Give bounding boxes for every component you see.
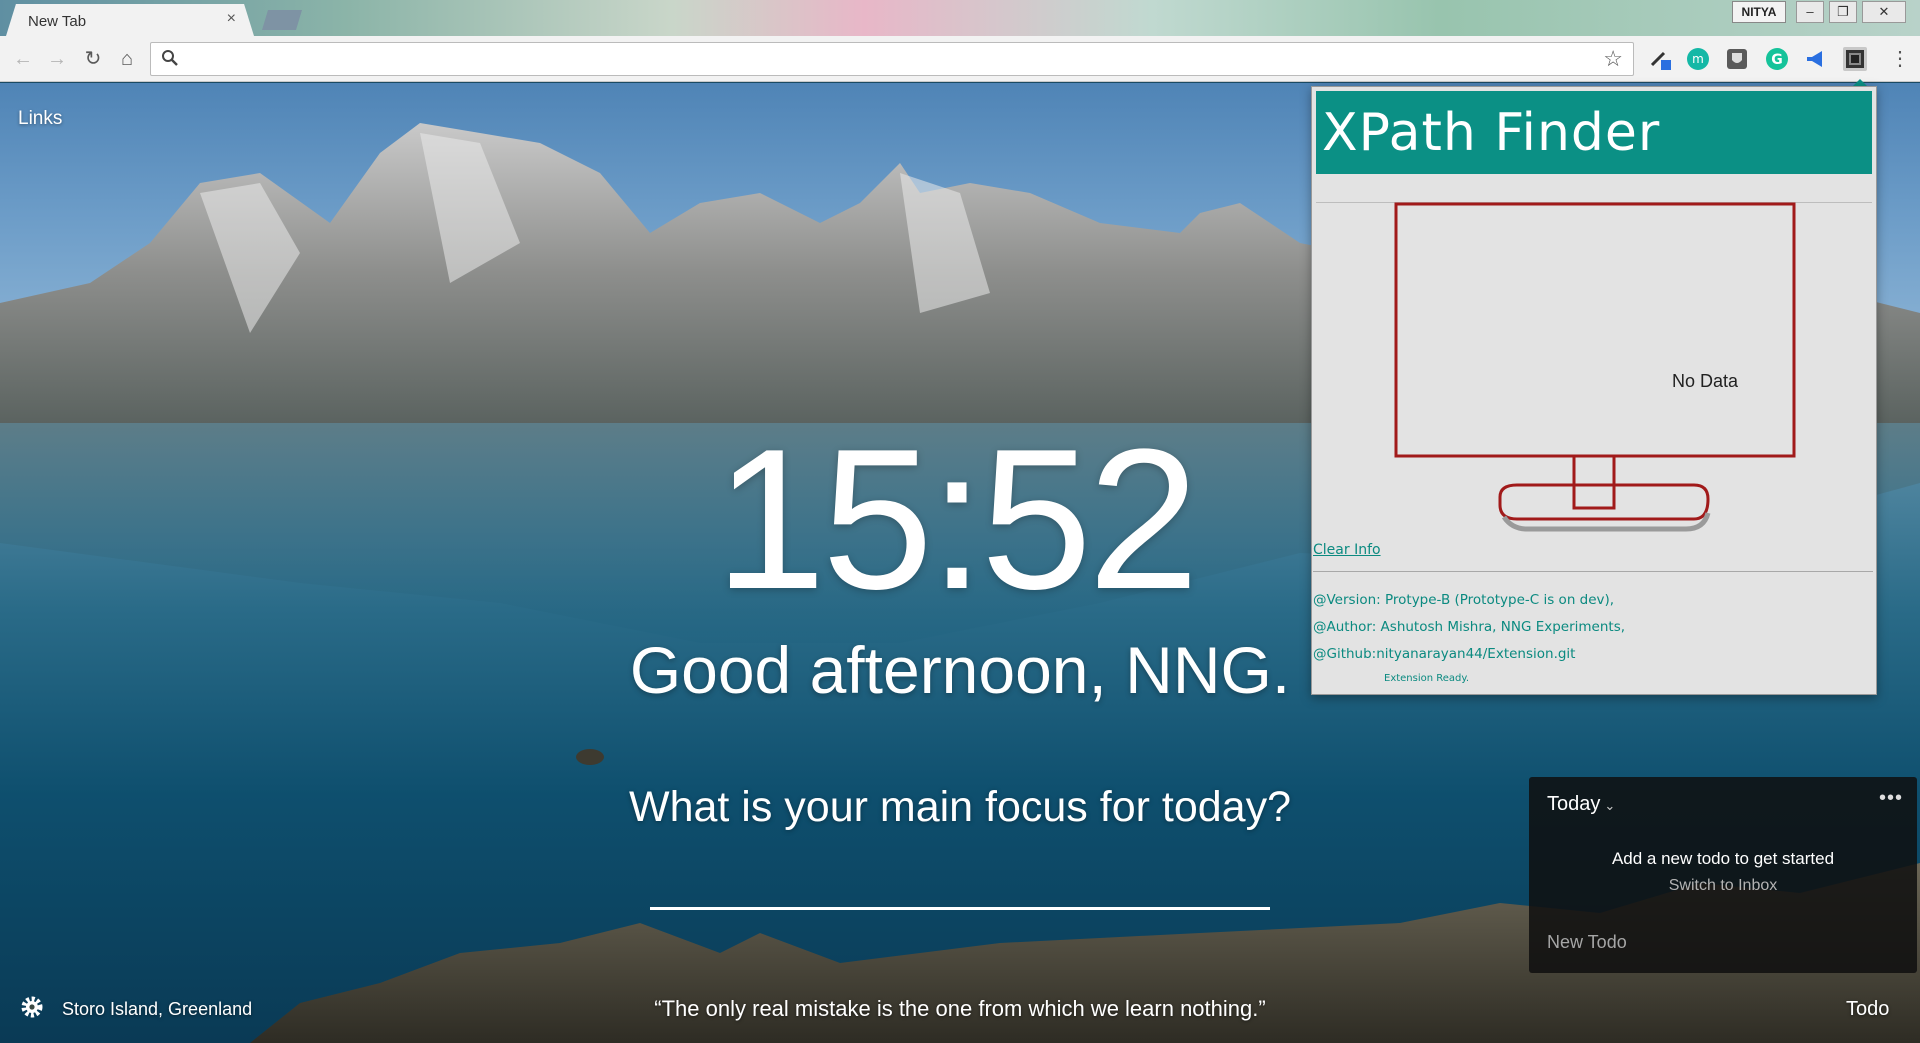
todo-list-selector[interactable]: Today ⌄	[1547, 793, 1615, 816]
daily-quote: “The only real mistake is the one from w…	[654, 996, 1266, 1021]
links-button[interactable]: Links	[18, 108, 62, 130]
extension-status: Extension Ready.	[1384, 673, 1470, 684]
divider	[1313, 571, 1873, 572]
megaphone-extension-icon[interactable]	[1804, 47, 1828, 71]
focus-input[interactable]	[650, 850, 1270, 910]
reload-icon[interactable]: ↻	[80, 46, 106, 72]
tab-new-tab[interactable]: New Tab ×	[6, 4, 254, 36]
author-info: @Author: Ashutosh Mishra, NNG Experiment…	[1313, 619, 1626, 635]
bookmark-star-icon[interactable]: ☆	[1603, 46, 1623, 72]
todo-button[interactable]: Todo	[1846, 998, 1889, 1021]
svg-text:G: G	[1771, 52, 1783, 68]
close-icon[interactable]: ✕	[1862, 1, 1906, 23]
tab-close-icon[interactable]: ×	[227, 10, 236, 28]
xpath-finder-popup: XPath Finder No Data Clear Info @Version…	[1311, 86, 1877, 695]
clock-time: 15:52	[714, 408, 1199, 631]
todo-panel: Today ⌄ ••• Add a new todo to get started…	[1529, 777, 1917, 973]
forward-icon[interactable]: →	[44, 46, 70, 72]
xpath-finder-extension-icon[interactable]	[1843, 47, 1867, 71]
todo-empty-message: Add a new todo to get started	[1611, 849, 1835, 868]
search-icon	[162, 50, 178, 66]
profile-button[interactable]: NITYA	[1732, 1, 1786, 23]
address-input[interactable]	[189, 47, 1569, 71]
shield-extension-icon[interactable]	[1725, 47, 1749, 71]
no-data-label: No Data	[1672, 371, 1739, 391]
clear-info-link[interactable]: Clear Info	[1313, 542, 1381, 558]
browser-toolbar: ← → ↻ ⌂ ☆ m G ⋮	[0, 36, 1920, 82]
svg-text:m: m	[1692, 52, 1704, 66]
chevron-down-icon: ⌄	[1604, 798, 1616, 813]
grammarly-extension-icon[interactable]: G	[1765, 47, 1789, 71]
m-extension-icon[interactable]: m	[1686, 47, 1710, 71]
back-icon[interactable]: ←	[10, 46, 36, 72]
omnibox[interactable]: ☆	[150, 42, 1634, 76]
color-picker-extension-icon[interactable]	[1648, 47, 1672, 71]
window-titlebar: New Tab × NITYA – ❐ ✕	[0, 0, 1920, 36]
more-options-icon[interactable]: •••	[1879, 787, 1903, 810]
new-todo-input[interactable]	[1547, 927, 1897, 957]
tab-title: New Tab	[28, 13, 87, 30]
monitor-drawing	[1394, 202, 1796, 532]
chrome-menu-icon[interactable]: ⋮	[1890, 46, 1910, 71]
new-tab-button[interactable]	[262, 10, 302, 30]
github-info: @Github:nityanarayan44/Extension.git	[1313, 646, 1576, 662]
restore-icon[interactable]: ❐	[1829, 1, 1857, 23]
version-info: @Version: Protype-B (Prototype-C is on d…	[1313, 592, 1615, 608]
switch-to-inbox-link[interactable]: Switch to Inbox	[1529, 877, 1917, 895]
minimize-icon[interactable]: –	[1796, 1, 1824, 23]
todo-list-name: Today	[1547, 793, 1601, 815]
home-icon[interactable]: ⌂	[114, 46, 140, 72]
